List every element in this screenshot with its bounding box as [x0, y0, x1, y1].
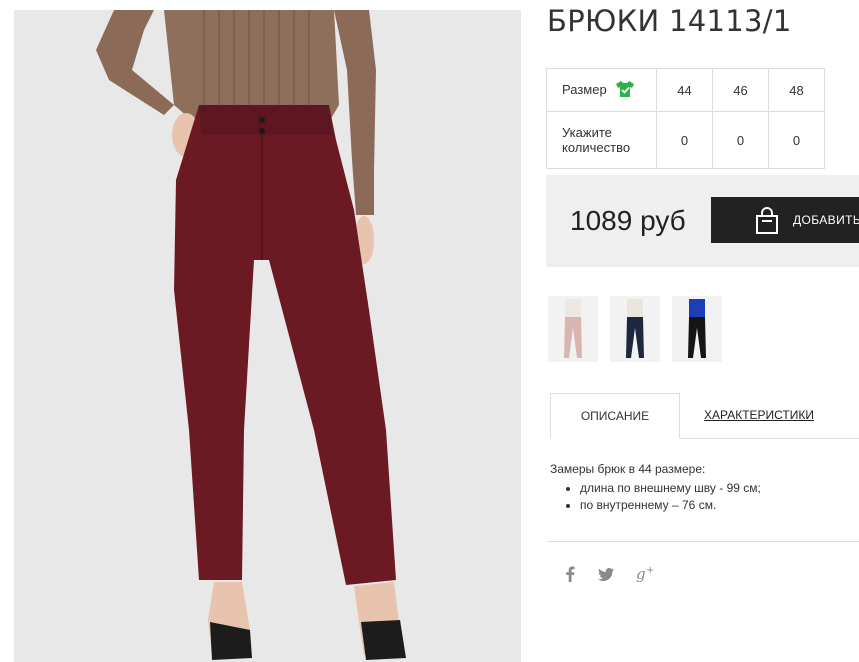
product-price: 1089 руб: [570, 205, 686, 236]
quantity-input-44[interactable]: 0: [656, 111, 713, 169]
size-44[interactable]: 44: [656, 68, 713, 112]
facebook-icon[interactable]: [565, 566, 575, 585]
tab-description[interactable]: ОПИСАНИЕ: [550, 393, 680, 439]
thumbnail-black-trousers[interactable]: [672, 296, 722, 362]
svg-text:+: +: [646, 565, 654, 576]
quantity-input-46[interactable]: 0: [712, 111, 769, 169]
shopping-bag-icon: [753, 207, 781, 240]
quantity-label-cell: Укажите количество: [546, 111, 657, 169]
product-main-photo[interactable]: [14, 10, 521, 662]
description-intro: Замеры брюк в 44 размере:: [550, 462, 706, 476]
svg-text:g: g: [636, 565, 646, 583]
size-46[interactable]: 46: [712, 68, 769, 112]
list-item: по внутреннему – 76 см.: [580, 497, 761, 514]
size-quantity-table: Размер 44 46 48 Укажите количество 0 0 0: [546, 68, 825, 169]
thumbnail-pink-trousers[interactable]: [548, 296, 598, 362]
add-to-cart-label: ДОБАВИТЬ: [793, 213, 859, 227]
quantity-input-48[interactable]: 0: [768, 111, 825, 169]
product-tabs: ОПИСАНИЕ ХАРАКТЕРИСТИКИ: [550, 393, 859, 439]
size-48[interactable]: 48: [768, 68, 825, 112]
product-title: БРЮКИ 14113/1: [547, 4, 792, 38]
tab-specifications[interactable]: ХАРАКТЕРИСТИКИ: [704, 393, 814, 437]
divider: [548, 541, 859, 542]
googleplus-icon[interactable]: g +: [636, 565, 656, 586]
description-panel: Замеры брюк в 44 размере: длина по внешн…: [550, 462, 761, 514]
twitter-icon[interactable]: [598, 568, 614, 584]
list-item: длина по внешнему шву - 99 см;: [580, 480, 761, 497]
tshirt-check-icon[interactable]: [615, 80, 635, 101]
add-to-cart-button[interactable]: ДОБАВИТЬ: [711, 197, 859, 243]
size-label-cell: Размер: [546, 68, 657, 112]
description-list: длина по внешнему шву - 99 см; по внутре…: [550, 480, 761, 514]
quantity-label-line2: количество: [562, 140, 631, 155]
thumbnail-navy-trousers[interactable]: [610, 296, 660, 362]
quantity-label-line1: Укажите: [562, 125, 612, 140]
size-label: Размер: [562, 81, 607, 97]
price-box: 1089 руб ДОБАВИТЬ: [546, 175, 859, 267]
